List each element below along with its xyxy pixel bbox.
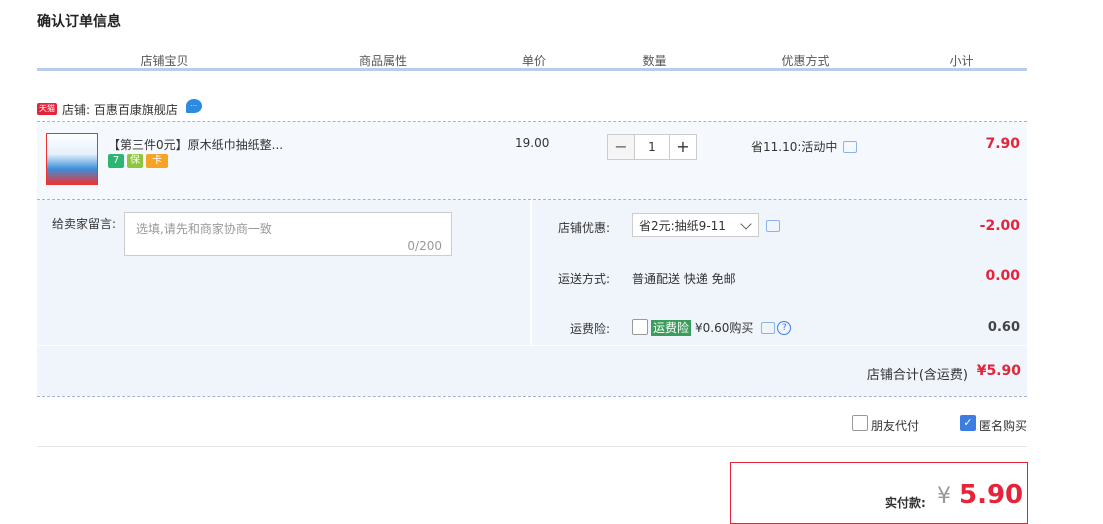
table-header: 店铺宝贝 商品属性 单价 数量 优惠方式 小计 [37,52,1027,68]
divider [37,396,1027,397]
shop-total-label: 店铺合计(含运费) [866,368,968,383]
shipping-value: 0.00 [985,268,1020,284]
product-thumbnail[interactable] [46,133,98,185]
comment-icon[interactable] [761,321,776,334]
comment-icon[interactable] [843,140,858,153]
shop-row: 天猫 店铺: 百惠百康旗舰店 ··· [37,99,202,118]
shipping-label: 运送方式: [557,272,610,286]
col-header-subtotal: 小计 [949,54,974,68]
shop-total-value: ¥5.90 [976,363,1021,379]
help-icon[interactable]: ? [777,320,792,335]
insurance-checkbox[interactable] [632,319,648,335]
header-divider [37,68,1027,71]
insurance-offer: 运费险 ¥0.60购买 ? [651,319,792,336]
payment-label: 实付款: [885,496,926,510]
tmall-icon: 天猫 [37,103,57,115]
shop-discount-label: 店铺优惠: [557,221,610,235]
card-payment-icon[interactable]: 卡 [146,154,168,168]
chat-bubble-icon[interactable]: ··· [185,99,202,113]
friend-pay-checkbox[interactable] [852,415,868,431]
insurance-tag: 运费险 [651,319,692,336]
discount-text: 省11.10:活动中 [751,140,838,154]
chevron-down-icon [740,218,752,230]
shop-discount-selected: 省2元:抽纸9-11 [639,219,726,233]
message-label: 给卖家留言: [52,217,117,231]
col-header-qty: 数量 [642,54,667,68]
product-name[interactable]: 【第三件0元】原木纸巾抽纸整... [108,136,283,153]
shop-discount-value: -2.00 [979,218,1020,234]
divider [37,446,1027,447]
anonymous-checkbox[interactable]: ✓ [960,415,976,431]
guarantee-icon[interactable]: 保 [127,154,143,168]
col-header-item: 店铺宝贝 [140,54,189,68]
item-subtotal: 7.90 [985,136,1020,152]
insurance-value: 0.60 [987,320,1020,335]
unit-price: 19.00 [515,136,550,150]
quantity-input[interactable]: 1 [635,134,669,160]
insurance-price: ¥0.60购买 [695,321,754,335]
col-header-attrs: 商品属性 [358,54,407,68]
increase-button[interactable]: + [669,134,697,160]
message-char-count: 0/200 [407,239,442,253]
decrease-button[interactable]: − [607,134,635,160]
discount-info: 省11.10:活动中 [751,138,858,155]
friend-pay-label[interactable]: 朋友代付 [871,417,919,434]
payment-amount: 5.90 [959,480,1024,510]
quantity-stepper: − 1 + [607,134,697,160]
shop-name[interactable]: 店铺: 百惠百康旗舰店 [62,101,178,118]
page-title: 确认订单信息 [37,14,121,30]
seven-day-return-icon[interactable]: 7 [108,154,124,168]
message-placeholder: 选填,请先和商家协商一致 [136,222,272,236]
comment-icon[interactable] [766,220,780,232]
shop-discount-select[interactable]: 省2元:抽纸9-11 [632,213,759,237]
item-row [37,122,1027,199]
payment-currency: ¥ [937,484,951,509]
shipping-method: 普通配送 快递 免邮 [632,272,736,286]
service-badges: 7 保 卡 [108,154,171,168]
insurance-label: 运费险: [569,322,610,336]
anonymous-label[interactable]: 匿名购买 [979,417,1027,434]
col-header-price: 单价 [521,54,546,68]
col-header-discount: 优惠方式 [781,54,830,68]
